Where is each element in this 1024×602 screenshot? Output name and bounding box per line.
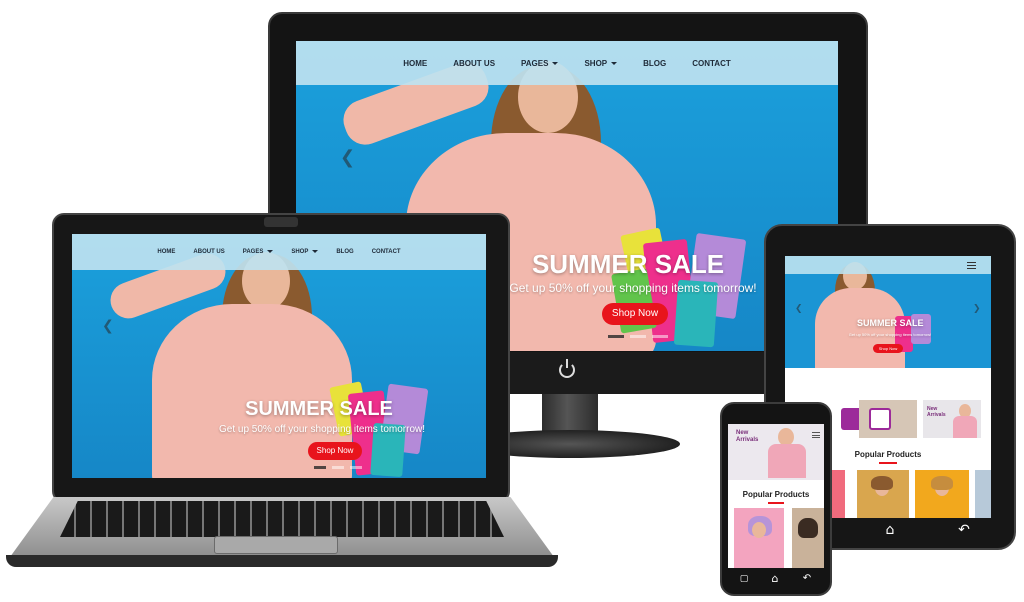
carousel-dot-active[interactable] (314, 466, 326, 469)
carousel-dot-active[interactable] (608, 335, 624, 338)
phone-screen: New Arrivals Popular Products (728, 424, 824, 568)
banner-sale-text (841, 408, 859, 430)
shop-now-button[interactable]: Shop Now (873, 344, 903, 353)
carousel-dot[interactable] (630, 335, 646, 338)
nav-item-pages-label: PAGES (521, 58, 549, 68)
carousel-dot[interactable] (332, 466, 344, 469)
chevron-down-icon (611, 61, 618, 65)
laptop-touchpad (214, 536, 338, 554)
nav-item-blog[interactable]: BLOG (336, 249, 353, 255)
new-arrivals-label: New Arrivals (927, 406, 946, 418)
product-card[interactable] (975, 470, 991, 518)
nav-item-shop[interactable]: SHOP (584, 58, 618, 68)
shop-now-button[interactable]: Shop Now (602, 303, 668, 325)
popular-products-title: Popular Products (854, 450, 922, 459)
model-top (953, 416, 977, 438)
chevron-right-icon[interactable]: ❯ (973, 304, 981, 314)
model-dress (815, 288, 905, 368)
laptop-camera (264, 217, 298, 227)
section-underline (879, 462, 897, 464)
model-hair (798, 518, 818, 538)
nav-item-about[interactable]: ABOUT US (453, 59, 495, 68)
hero-subtitle: Get up 50% off your shopping items tomor… (218, 424, 426, 435)
hero-subtitle: Get up 50% off your shopping items tomor… (848, 332, 932, 337)
laptop-base-edge (6, 555, 558, 567)
hero-subtitle: Get up 50% off your shopping items tomor… (509, 281, 757, 295)
hero-title: SUMMER SALE (857, 318, 924, 328)
home-icon[interactable]: ⌂ (880, 522, 900, 538)
chevron-down-icon (312, 249, 319, 253)
recent-apps-icon[interactable]: ▢ (738, 574, 750, 584)
nav-item-pages-label: PAGES (242, 249, 264, 255)
chevron-left-icon[interactable]: ❮ (795, 304, 803, 314)
main-nav: HOME ABOUT US PAGES SHOP BLOG CONTACT (72, 234, 486, 270)
nav-item-home[interactable]: HOME (403, 59, 427, 68)
tablet-topbar (785, 256, 991, 274)
product-card[interactable] (792, 508, 824, 568)
hero-title: SUMMER SALE (245, 398, 393, 420)
category-banner-discount[interactable] (859, 400, 917, 438)
nav-item-pages[interactable]: PAGES (243, 249, 274, 255)
hero-title: SUMMER SALE (531, 249, 725, 279)
carousel-dot[interactable] (350, 466, 362, 469)
shop-now-button[interactable]: Shop Now (308, 442, 362, 460)
nav-item-shop-label: SHOP (584, 58, 608, 68)
nav-item-pages[interactable]: PAGES (521, 58, 559, 68)
chevron-down-icon (267, 249, 274, 253)
nav-item-contact[interactable]: CONTACT (692, 59, 731, 68)
product-card[interactable] (857, 470, 909, 518)
section-underline (768, 502, 784, 504)
nav-item-about[interactable]: ABOUT US (193, 249, 224, 255)
main-nav: HOME ABOUT US PAGES SHOP BLOG CONTACT (296, 41, 838, 85)
product-card[interactable] (734, 508, 784, 568)
carousel-dot[interactable] (652, 335, 668, 338)
model-hair (931, 476, 953, 490)
hamburger-icon[interactable] (967, 262, 976, 269)
banner-discount-text (869, 408, 891, 430)
nav-item-shop[interactable]: SHOP (291, 249, 319, 255)
model-top (768, 444, 806, 478)
new-arrivals-label: New Arrivals (736, 430, 759, 443)
laptop-keyboard (60, 501, 504, 537)
model-face (752, 522, 766, 538)
chevron-left-icon[interactable]: ❮ (102, 318, 114, 334)
back-icon[interactable]: ↶ (800, 573, 814, 584)
laptop-screen: HOME ABOUT US PAGES SHOP BLOG CONTACT ❮ … (72, 234, 486, 478)
carousel-indicators (608, 335, 668, 338)
new-arrivals-banner[interactable]: New Arrivals (728, 424, 824, 480)
nav-item-shop-label: SHOP (291, 249, 309, 255)
carousel-indicators (314, 466, 362, 469)
power-icon-stroke (566, 359, 568, 368)
chevron-down-icon (552, 61, 559, 65)
nav-item-contact[interactable]: CONTACT (372, 249, 401, 255)
nav-item-blog[interactable]: BLOG (643, 59, 666, 68)
category-banner-new-arrivals[interactable]: New Arrivals (923, 400, 981, 438)
home-icon[interactable]: ⌂ (768, 572, 782, 585)
hamburger-icon[interactable] (812, 432, 820, 438)
chevron-left-icon[interactable]: ❮ (340, 147, 355, 168)
product-card[interactable] (915, 470, 969, 518)
model-hair (871, 476, 893, 490)
back-icon[interactable]: ↶ (954, 522, 974, 538)
popular-products-title: Popular Products (742, 490, 810, 499)
nav-item-home[interactable]: HOME (157, 249, 175, 255)
